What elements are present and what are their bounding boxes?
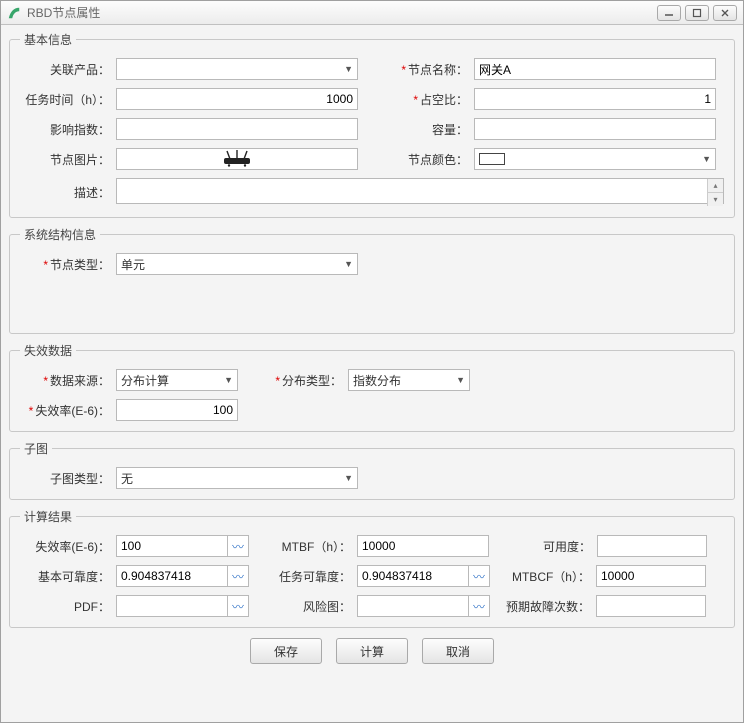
window: RBD节点属性 基本信息 关联产品： ▼ 节点名称： xyxy=(0,0,744,723)
task-rel-chart-button[interactable]: 〰 xyxy=(468,565,490,587)
node-type-combo[interactable]: 单元 ▼ xyxy=(116,253,358,275)
titlebar: RBD节点属性 xyxy=(1,1,743,25)
mtbcf-label: MTBCF（h）： xyxy=(490,568,596,585)
group-failure-legend: 失效数据 xyxy=(20,342,76,359)
data-source-label: 数据来源： xyxy=(20,372,116,389)
duty-ratio-input[interactable] xyxy=(474,88,716,110)
basic-rel-chart-button[interactable]: 〰 xyxy=(227,565,249,587)
window-title: RBD节点属性 xyxy=(27,4,657,21)
expected-fail-label: 预期故障次数： xyxy=(490,598,596,615)
pdf-label: PDF： xyxy=(20,598,116,615)
group-basic-legend: 基本信息 xyxy=(20,31,76,48)
avail-input[interactable] xyxy=(597,535,707,557)
chart-icon: 〰 xyxy=(232,598,244,615)
description-label: 描述： xyxy=(20,184,116,201)
risk-chart-button[interactable]: 〰 xyxy=(468,595,490,617)
impact-index-input[interactable] xyxy=(116,118,358,140)
calc-button[interactable]: 计算 xyxy=(336,638,408,664)
group-results: 计算结果 失效率(E-6)： 〰 MTBF（h）： 可用度： 基本可靠度： 〰 … xyxy=(9,508,735,628)
app-icon xyxy=(7,6,21,20)
maximize-button[interactable] xyxy=(685,5,709,21)
assoc-product-label: 关联产品： xyxy=(20,61,116,78)
color-swatch xyxy=(479,153,505,165)
capacity-input[interactable] xyxy=(474,118,716,140)
expected-fail-input[interactable] xyxy=(596,595,706,617)
assoc-product-combo[interactable]: ▼ xyxy=(116,58,358,80)
spin-up-icon[interactable]: ▴ xyxy=(707,179,723,193)
chevron-down-icon: ▼ xyxy=(702,154,711,164)
avail-label: 可用度： xyxy=(489,538,597,555)
results-fr-input[interactable] xyxy=(116,535,228,557)
node-name-label: 节点名称： xyxy=(384,61,474,78)
chevron-down-icon: ▼ xyxy=(344,473,353,483)
risk-box xyxy=(357,595,469,617)
node-name-input[interactable] xyxy=(474,58,716,80)
pdf-chart-button[interactable]: 〰 xyxy=(227,595,249,617)
node-image-label: 节点图片： xyxy=(20,151,116,168)
chart-icon: 〰 xyxy=(473,598,485,615)
chart-icon: 〰 xyxy=(473,568,485,585)
basic-rel-label: 基本可靠度： xyxy=(20,568,116,585)
content: 基本信息 关联产品： ▼ 节点名称： 任务时间（h）： xyxy=(1,25,743,670)
basic-rel-input[interactable] xyxy=(116,565,228,587)
group-failure: 失效数据 数据来源： 分布计算 ▼ 分布类型： 指数分布 ▼ 失效率(E-6)： xyxy=(9,342,735,432)
close-button[interactable] xyxy=(713,5,737,21)
chevron-down-icon: ▼ xyxy=(224,375,233,385)
mtbf-label: MTBF（h）： xyxy=(249,538,357,555)
task-rel-input[interactable] xyxy=(357,565,469,587)
description-textarea[interactable] xyxy=(116,178,724,204)
group-subgraph-legend: 子图 xyxy=(20,440,52,457)
dist-type-label: 分布类型： xyxy=(268,372,348,389)
group-subgraph: 子图 子图类型： 无 ▼ xyxy=(9,440,735,500)
chart-icon: 〰 xyxy=(232,568,244,585)
chevron-down-icon: ▼ xyxy=(456,375,465,385)
router-icon xyxy=(220,149,254,170)
capacity-label: 容量： xyxy=(384,121,474,138)
task-time-label: 任务时间（h）： xyxy=(20,91,116,108)
node-color-combo[interactable]: ▼ xyxy=(474,148,716,170)
task-rel-label: 任务可靠度： xyxy=(249,568,357,585)
mtbcf-input[interactable] xyxy=(596,565,706,587)
data-source-combo[interactable]: 分布计算 ▼ xyxy=(116,369,238,391)
node-color-label: 节点颜色： xyxy=(384,151,474,168)
spin-down-icon[interactable]: ▾ xyxy=(707,193,723,206)
subgraph-type-label: 子图类型： xyxy=(20,470,116,487)
group-structure-legend: 系统结构信息 xyxy=(20,226,100,243)
dist-type-value: 指数分布 xyxy=(353,372,401,389)
node-type-label: 节点类型： xyxy=(20,256,116,273)
failure-rate-input[interactable] xyxy=(116,399,238,421)
pdf-box xyxy=(116,595,228,617)
chart-icon: 〰 xyxy=(232,538,244,555)
data-source-value: 分布计算 xyxy=(121,372,169,389)
window-buttons xyxy=(657,5,737,21)
save-button[interactable]: 保存 xyxy=(250,638,322,664)
failure-rate-label: 失效率(E-6)： xyxy=(20,402,116,419)
group-results-legend: 计算结果 xyxy=(20,508,76,525)
node-image-box[interactable] xyxy=(116,148,358,170)
chevron-down-icon: ▼ xyxy=(344,64,353,74)
cancel-button[interactable]: 取消 xyxy=(422,638,494,664)
minimize-button[interactable] xyxy=(657,5,681,21)
results-fr-label: 失效率(E-6)： xyxy=(20,538,116,555)
results-fr-chart-button[interactable]: 〰 xyxy=(227,535,249,557)
duty-ratio-label: 占空比： xyxy=(384,91,474,108)
risk-label: 风险图： xyxy=(249,598,357,615)
group-basic: 基本信息 关联产品： ▼ 节点名称： 任务时间（h）： xyxy=(9,31,735,218)
dist-type-combo[interactable]: 指数分布 ▼ xyxy=(348,369,470,391)
chevron-down-icon: ▼ xyxy=(344,259,353,269)
task-time-input[interactable] xyxy=(116,88,358,110)
subgraph-type-value: 无 xyxy=(121,470,133,487)
node-type-value: 单元 xyxy=(121,256,145,273)
description-spinner: ▴ ▾ xyxy=(707,179,723,206)
group-structure: 系统结构信息 节点类型： 单元 ▼ xyxy=(9,226,735,334)
footer-buttons: 保存 计算 取消 xyxy=(9,638,735,664)
mtbf-input[interactable] xyxy=(357,535,489,557)
subgraph-type-combo[interactable]: 无 ▼ xyxy=(116,467,358,489)
impact-index-label: 影响指数： xyxy=(20,121,116,138)
